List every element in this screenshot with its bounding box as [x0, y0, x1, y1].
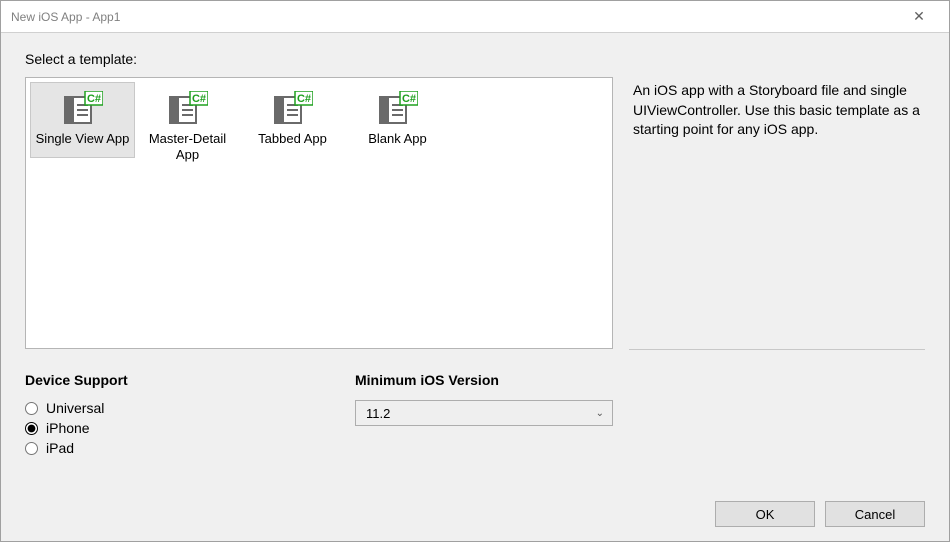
csharp-template-icon: C#	[378, 91, 418, 125]
template-label: Single View App	[35, 131, 130, 147]
template-item[interactable]: C# Blank App	[345, 82, 450, 158]
template-description: An iOS app with a Storyboard file and si…	[633, 81, 925, 140]
csharp-template-icon: C#	[63, 91, 103, 125]
close-icon: ✕	[913, 8, 925, 25]
csharp-template-icon: C#	[63, 91, 103, 125]
template-label: Blank App	[350, 131, 445, 147]
description-panel: An iOS app with a Storyboard file and si…	[633, 77, 925, 349]
dialog-content: Select a template: C# Single View App C#…	[1, 33, 949, 541]
min-version-section: Minimum iOS Version 11.2 ⌄	[355, 372, 625, 460]
csharp-template-icon: C#	[273, 91, 313, 125]
device-radio-option[interactable]: iPad	[25, 440, 315, 456]
device-radio-input[interactable]	[25, 442, 38, 455]
device-radio-group: Universal iPhone iPad	[25, 400, 315, 460]
csharp-template-icon: C#	[168, 91, 208, 125]
titlebar: New iOS App - App1 ✕	[1, 1, 949, 33]
device-radio-option[interactable]: iPhone	[25, 420, 315, 436]
min-version-dropdown[interactable]: 11.2 ⌄	[355, 400, 613, 426]
svg-text:C#: C#	[401, 93, 415, 105]
cancel-button[interactable]: Cancel	[825, 501, 925, 527]
dialog-buttons: OK Cancel	[25, 483, 925, 527]
options-row: Device Support Universal iPhone iPad Minim…	[25, 372, 925, 460]
csharp-template-icon: C#	[273, 91, 313, 125]
dialog-window: New iOS App - App1 ✕ Select a template: …	[0, 0, 950, 542]
min-version-heading: Minimum iOS Version	[355, 372, 625, 388]
template-label: Master-Detail App	[140, 131, 235, 164]
device-support-section: Device Support Universal iPhone iPad	[25, 372, 315, 460]
chevron-down-icon: ⌄	[596, 408, 604, 419]
template-item[interactable]: C# Tabbed App	[240, 82, 345, 158]
device-support-heading: Device Support	[25, 372, 315, 388]
device-radio-input[interactable]	[25, 422, 38, 435]
csharp-template-icon: C#	[378, 91, 418, 125]
min-version-value: 11.2	[366, 406, 390, 421]
window-title: New iOS App - App1	[11, 10, 120, 24]
template-label: Tabbed App	[245, 131, 340, 147]
svg-text:C#: C#	[296, 93, 310, 105]
template-item[interactable]: C# Single View App	[30, 82, 135, 158]
device-radio-input[interactable]	[25, 402, 38, 415]
main-row: C# Single View App C# Master-Detail App …	[25, 77, 925, 349]
csharp-template-icon: C#	[168, 91, 208, 125]
device-radio-label: iPad	[46, 440, 74, 456]
svg-text:C#: C#	[191, 93, 205, 105]
device-radio-label: iPhone	[46, 420, 90, 436]
ok-button[interactable]: OK	[715, 501, 815, 527]
svg-text:C#: C#	[86, 93, 100, 105]
device-radio-label: Universal	[46, 400, 104, 416]
template-item[interactable]: C# Master-Detail App	[135, 82, 240, 175]
template-list: C# Single View App C# Master-Detail App …	[25, 77, 613, 349]
ok-button-label: OK	[756, 507, 775, 522]
divider	[629, 349, 925, 350]
close-button[interactable]: ✕	[899, 2, 939, 32]
cancel-button-label: Cancel	[855, 507, 895, 522]
device-radio-option[interactable]: Universal	[25, 400, 315, 416]
prompt-label: Select a template:	[25, 51, 925, 67]
